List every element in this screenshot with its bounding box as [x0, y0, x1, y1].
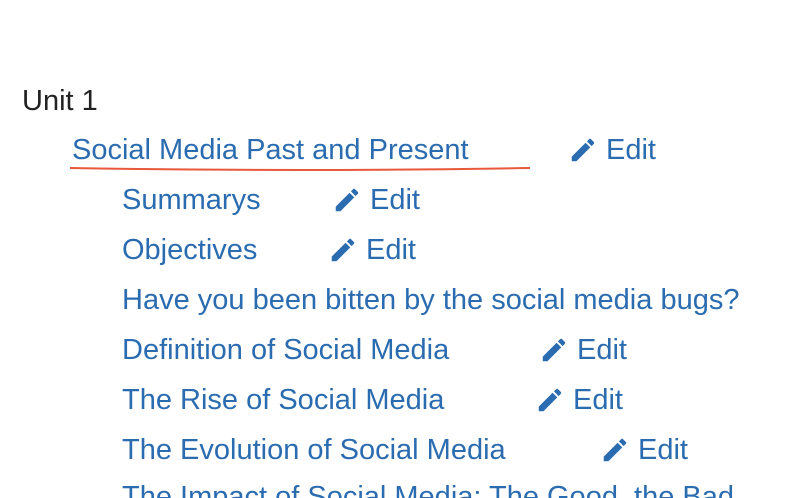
pencil-icon [331, 238, 355, 262]
edit-label: Edit [577, 334, 627, 366]
item-link[interactable]: The Rise of Social Media [122, 384, 444, 416]
pencil-icon [571, 138, 595, 162]
item-link[interactable]: Objectives [122, 234, 257, 266]
pencil-icon [542, 338, 566, 362]
list-item: Summarys Edit [122, 183, 420, 217]
section-row: Social Media Past and Present Edit [72, 133, 656, 167]
pencil-icon [335, 188, 359, 212]
list-item: The Rise of Social Media Edit [122, 383, 623, 417]
item-link[interactable]: The Impact of Social Media: The Good, th… [122, 481, 734, 498]
item-link[interactable]: Summarys [122, 184, 261, 216]
edit-label: Edit [638, 434, 688, 466]
item-link[interactable]: Definition of Social Media [122, 334, 449, 366]
pencil-icon [603, 438, 627, 462]
edit-label: Edit [606, 134, 656, 166]
item-edit-button[interactable]: Edit [535, 383, 623, 417]
item-link[interactable]: Have you been bitten by the social media… [122, 284, 739, 316]
edit-label: Edit [366, 234, 416, 266]
edit-label: Edit [573, 384, 623, 416]
item-edit-button[interactable]: Edit [328, 233, 416, 267]
edit-label: Edit [370, 184, 420, 216]
section-link[interactable]: Social Media Past and Present [72, 134, 469, 166]
section-edit-button[interactable]: Edit [568, 133, 656, 167]
item-edit-button[interactable]: Edit [332, 183, 420, 217]
list-item: Have you been bitten by the social media… [122, 283, 790, 317]
list-item: Definition of Social Media Edit [122, 333, 627, 367]
list-item: The Impact of Social Media: The Good, th… [122, 480, 790, 498]
section-underline [70, 167, 530, 171]
pencil-icon [538, 388, 562, 412]
unit-title: Unit 1 [22, 85, 98, 117]
item-link[interactable]: The Evolution of Social Media [122, 434, 506, 466]
item-edit-button[interactable]: Edit [600, 433, 688, 467]
item-edit-button[interactable]: Edit [539, 333, 627, 367]
list-item: The Evolution of Social Media Edit [122, 433, 688, 467]
list-item: Objectives Edit [122, 233, 416, 267]
